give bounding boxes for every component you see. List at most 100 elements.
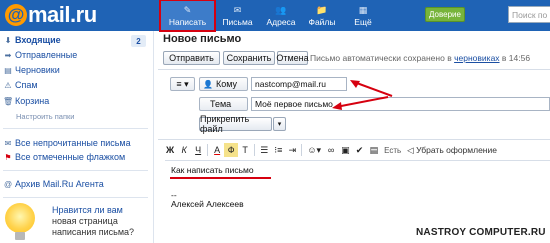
checkmark-icon[interactable]: ✔ [353,143,367,157]
drafts-icon: ▤ [4,65,12,75]
subject-value: Моё первое письмо [255,99,333,109]
sidebar-item-inbox[interactable]: ⬇ Входящие [3,34,61,46]
search-input[interactable]: Поиск по почте [508,6,550,23]
logo-at-icon: @ [5,4,27,26]
underline-button[interactable]: Ч [191,143,205,157]
nav-files-button[interactable]: 📁 Файлы [302,0,342,31]
trust-button[interactable]: Доверие [425,7,465,22]
sidebar-divider [3,128,148,129]
feedback-promo[interactable]: Нравится ли вам новая страница написания… [52,205,148,238]
trash-icon: 🗑 [3,96,14,106]
spam-icon: ⚠ [4,80,12,90]
lightbulb-icon [3,203,37,243]
list-icon[interactable]: ⁝≡ [271,143,285,157]
sent-icon: ➡ [4,50,12,60]
grid-icon: ▦ [358,5,368,15]
sidebar-item-drafts[interactable]: ▤ Черновики [3,64,60,76]
sidebar-item-spam[interactable]: ⚠ Спам [3,79,38,91]
pencil-icon: ✎ [183,5,192,15]
sidebar-item-label: Все непрочитанные письма [15,138,131,148]
logo-text: mail.ru [28,2,97,27]
menu-lines-icon: ≡ ▾ [176,78,189,89]
person-icon: 👤 [203,79,213,89]
attach-dropdown-button[interactable]: ▾ [273,117,286,131]
background-color-button[interactable]: Ф [224,143,239,157]
indent-icon[interactable]: ⇥ [285,143,299,157]
promo-line: Нравится ли вам [52,205,123,215]
to-label: Кому [215,79,238,89]
nav-more-button[interactable]: ▦ Ещё [342,0,384,31]
inbox-count-badge: 2 [131,35,146,47]
to-value: nastcomp@mail.ru [255,79,326,89]
sidebar-separator [153,31,154,243]
page-title: Новое письмо [163,33,242,45]
link-icon[interactable]: ∞ [324,143,338,157]
spellcheck-button[interactable]: Есть [381,143,404,157]
sidebar-item-sent[interactable]: ➡ Отправленные [3,49,78,61]
autosave-time: в 14:56 [501,53,531,63]
sidebar-item-label: Архив Mail.Ru Агента [15,179,104,189]
contacts-icon: 👥 [275,5,287,15]
folder-settings-link[interactable]: Настроить папки [16,112,75,121]
nav-more-label: Ещё [354,17,372,27]
promo-line: написания письма? [52,227,135,237]
sidebar-item-label: Спам [15,80,38,90]
sidebar-filter-flagged[interactable]: ⚑ Все отмеченные флажком [3,151,125,163]
inbox-icon: ⬇ [4,35,12,45]
sidebar-item-label: Корзина [15,96,50,106]
bold-button[interactable]: Ж [163,143,177,157]
nav-addresses-button[interactable]: 👥 Адреса [260,0,302,31]
text-color-button[interactable]: А [210,143,224,157]
recipient-menu-button[interactable]: ≡ ▾ [170,77,195,91]
sidebar-item-trash[interactable]: 🗑 Корзина [3,95,49,107]
italic-button[interactable]: К [177,143,191,157]
remove-formatting-button[interactable]: ◁ Убрать оформление [404,143,500,157]
sidebar-item-label: Входящие [15,35,61,45]
send-button[interactable]: Отправить [163,51,220,65]
promo-line: новая страница [52,216,118,226]
calendar-icon[interactable]: ▤ [367,143,382,157]
sidebar-item-label: Все отмеченные флажком [15,152,126,162]
chevron-down-icon: ▾ [277,121,282,128]
drafts-link[interactable]: черновиках [454,53,499,63]
sidebar-divider [3,170,148,171]
signature-name: Алексей Алексеев [171,199,244,209]
divider [158,69,550,70]
sidebar-divider [3,197,148,198]
nav-compose-button[interactable]: ✎ Написать [159,0,216,32]
nav-compose-label: Написать [168,17,207,27]
top-navigation: ✎ Написать ✉ Письма 👥 Адреса 📁 Файлы ▦ Е… [159,0,384,32]
sidebar-item-label: Черновики [15,65,60,75]
folder-icon: 📁 [316,5,328,15]
image-icon[interactable]: ▣ [338,143,353,157]
nav-letters-label: Письма [222,17,253,27]
nav-addresses-label: Адреса [266,17,296,27]
site-watermark: NASTROY COMPUTER.RU [416,227,546,238]
mail-ru-logo[interactable]: @ mail.ru [5,2,97,28]
flag-icon: ⚑ [4,152,12,162]
envelope-icon: ✉ [233,5,242,15]
formatting-toolbar: Ж К Ч А Ф Т ☰ ⁝≡ ⇥ ☺▾ ∞ ▣ ✔ ▤ Есть ◁ Убр… [163,142,550,158]
autosave-status: Письмо автоматически сохранено в чернови… [310,53,530,63]
annotation-underline [170,177,271,179]
cancel-button[interactable]: Отмена [276,51,309,65]
divider [158,139,550,140]
sidebar-item-label: Отправленные [15,50,78,60]
font-button[interactable]: Т [238,143,252,157]
agent-icon: @ [3,179,13,189]
to-label-button[interactable]: 👤 Кому [199,77,248,91]
nav-files-label: Файлы [308,17,336,27]
subject-label-box: Тема [199,97,248,111]
sidebar-filter-unread[interactable]: ✉ Все непрочитанные письма [3,137,131,149]
align-icon[interactable]: ☰ [257,143,271,157]
subject-label: Тема [210,99,232,109]
envelope-icon: ✉ [4,138,12,148]
smiley-icon[interactable]: ☺▾ [304,143,324,157]
nav-letters-button[interactable]: ✉ Письма [215,0,260,31]
attach-file-button[interactable]: Прикрепить файл [199,114,272,134]
annotation-arrow [332,96,389,110]
body-line: Как написать письмо [171,165,254,175]
top-bar: @ mail.ru ✎ Написать ✉ Письма 👥 Адреса 📁… [0,0,550,32]
save-button[interactable]: Сохранить [223,51,275,65]
sidebar-agent-archive[interactable]: @ Архив Mail.Ru Агента [3,178,104,190]
